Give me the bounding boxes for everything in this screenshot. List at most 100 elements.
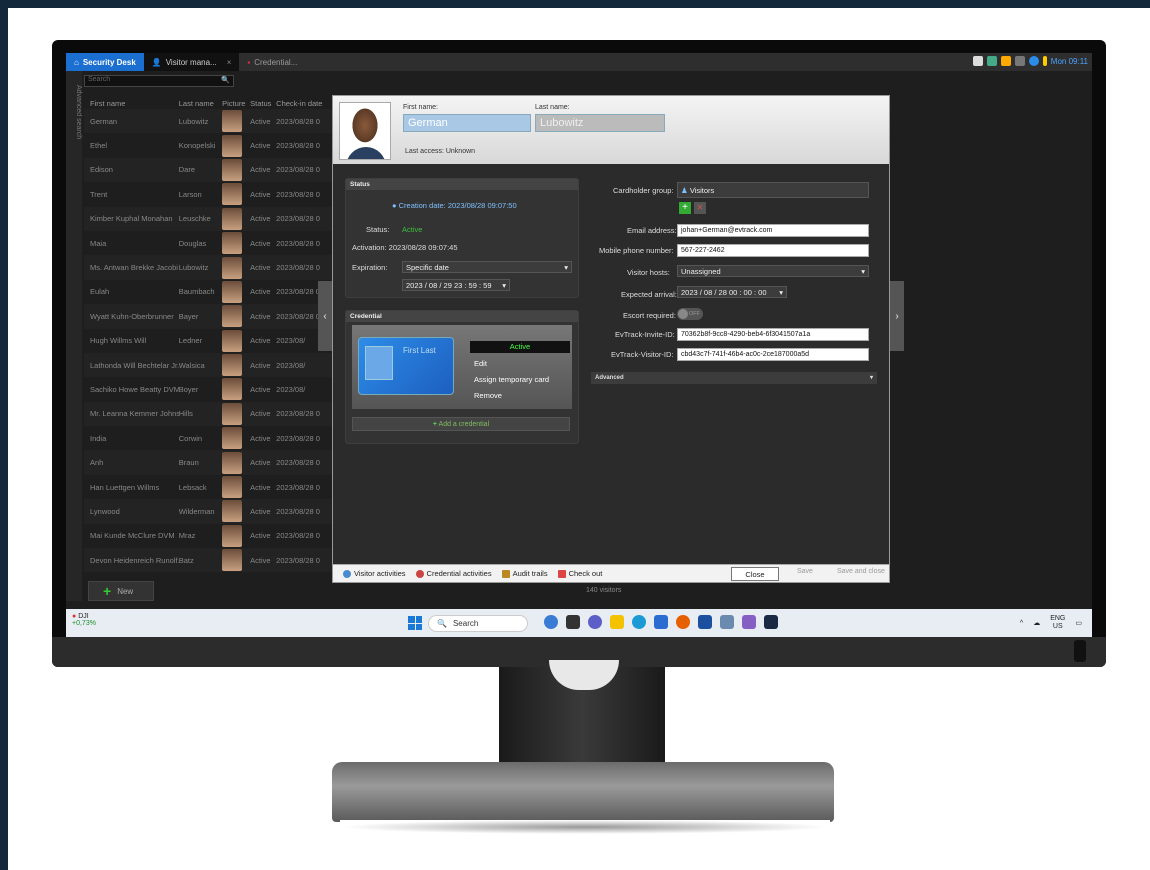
table-row[interactable]: Kimber Kuphal Monahan Leuschke Active 2023/… xyxy=(84,206,334,231)
tab-credential[interactable]: ▪ Credential... xyxy=(239,53,305,71)
visitor-hosts-dropdown[interactable]: Unassigned ▾ xyxy=(677,265,869,277)
cardholder-group-field[interactable]: ♟ Visitors xyxy=(677,182,869,198)
last-name-cell: Douglas xyxy=(178,238,207,248)
last-name-cell: Leuschke xyxy=(178,214,211,224)
stock-widget[interactable]: ● DJI +0,73% xyxy=(72,613,96,627)
last-name-cell: Walsica xyxy=(178,360,205,370)
visitor-id-field[interactable]: cbd43c7f-741f-46b4-ac0c-2ce187000a5d xyxy=(677,348,869,361)
expiration-date-picker[interactable]: 2023 / 08 / 29 23 : 59 : 59 ▾ xyxy=(402,279,510,291)
expected-arrival-picker[interactable]: 2023 / 08 / 28 00 : 00 : 00 ▾ xyxy=(677,286,787,298)
table-row[interactable]: Eulah Baumbach Active 2023/08/28 0 xyxy=(84,280,334,304)
phone-field[interactable]: 567-227-2462 xyxy=(677,244,869,257)
visitor-thumbnail xyxy=(222,354,243,377)
table-row[interactable]: Lathonda Will Bechtelar Jr. Walsica Active… xyxy=(84,352,334,378)
table-row[interactable]: Han Luettgen Willms Lebsack Active 2023/08/… xyxy=(84,475,334,499)
display-icon[interactable]: ▭ xyxy=(1075,619,1082,627)
add-group-button[interactable]: + xyxy=(679,202,691,214)
picture-cell xyxy=(222,549,250,572)
dialog-footer: Visitor activities Credential activities… xyxy=(333,564,889,582)
previous-arrow[interactable]: ‹ xyxy=(318,281,332,351)
table-row[interactable]: Mr. Leanna Kemmer Johns Hills Active 2023/0… xyxy=(84,401,334,427)
audit-trails-button[interactable]: Audit trails xyxy=(501,569,548,578)
advanced-search-strip[interactable]: Advanced search xyxy=(66,71,82,601)
first-name-cell: Maia xyxy=(90,238,107,248)
first-name-input[interactable]: German xyxy=(403,114,531,132)
tab-security-desk[interactable]: ⌂ Security Desk xyxy=(66,53,144,71)
table-row[interactable]: Trent Larson Active 2023/08/28 0 xyxy=(84,182,334,206)
last-name-input[interactable]: Lubowitz xyxy=(535,114,665,132)
firefox-icon[interactable] xyxy=(676,615,690,629)
chat-icon[interactable] xyxy=(588,615,602,629)
status-panel-title: Status xyxy=(346,179,578,190)
remove-credential[interactable]: Remove xyxy=(474,391,502,400)
taskbar-search[interactable]: 🔍 Search xyxy=(428,615,528,632)
store-icon[interactable] xyxy=(654,615,668,629)
table-row[interactable]: Anh Braun Active 2023/08/28 0 xyxy=(84,450,334,475)
speaker-icon[interactable] xyxy=(1014,56,1025,66)
visitor-photo[interactable] xyxy=(339,102,391,160)
table-row[interactable]: Hugh Willms Will Ledner Active 2023/08/ xyxy=(84,329,334,353)
task-view-icon[interactable] xyxy=(566,615,580,629)
check-out-button[interactable]: Check out xyxy=(557,569,602,578)
power-button xyxy=(1074,640,1086,662)
app-icon[interactable] xyxy=(972,56,983,66)
card-photo xyxy=(365,346,393,380)
windows-start-icon[interactable] xyxy=(408,616,422,630)
advanced-section[interactable]: Advanced ▾ xyxy=(591,372,877,384)
alert-icon[interactable] xyxy=(1042,56,1047,66)
chevron-up-icon[interactable]: ^ xyxy=(1020,620,1023,627)
tab-visitor-management[interactable]: 👤 Visitor mana... × xyxy=(143,53,240,71)
table-row[interactable]: Edison Dare Active 2023/08/28 0 xyxy=(84,157,334,183)
assign-temporary-card[interactable]: Assign temporary card xyxy=(474,375,549,384)
globe-icon[interactable] xyxy=(1028,56,1039,66)
table-row[interactable]: Ethel Konopelski Active 2023/08/28 0 xyxy=(84,133,334,157)
monitor-app-icon[interactable] xyxy=(720,615,734,629)
language-indicator[interactable]: ENG US xyxy=(1050,615,1065,631)
table-row[interactable]: Devon Heidenreich Runolf... Batz Active 202… xyxy=(84,548,334,573)
chevron-left-icon: ‹ xyxy=(323,310,327,322)
close-icon[interactable]: × xyxy=(227,58,232,67)
cloud-icon[interactable]: ☁ xyxy=(1033,619,1040,627)
status-cell: Active xyxy=(250,165,271,175)
next-arrow[interactable]: › xyxy=(890,281,904,351)
camera-icon[interactable] xyxy=(1000,56,1011,66)
visual-studio-icon[interactable] xyxy=(742,615,756,629)
table-row[interactable]: Mai Kunde McClure DVM Mraz Active 2023/08/2… xyxy=(84,524,334,548)
picture-cell xyxy=(222,232,250,255)
invite-id-field[interactable]: 70362b8f-9cc8-4290-beb4-6f3041507a1a xyxy=(677,328,869,341)
date-cell: 2023/08/28 0 xyxy=(276,555,320,565)
save-button[interactable]: Save xyxy=(797,568,813,575)
close-button[interactable]: Close xyxy=(731,567,779,581)
table-row[interactable]: Maia Douglas Active 2023/08/28 0 xyxy=(84,231,334,255)
status-cell: Active xyxy=(250,263,271,273)
table-row[interactable]: Sachiko Howe Beatty DVM Boyer Active 2023/0… xyxy=(84,377,334,401)
new-button[interactable]: + New xyxy=(88,581,154,601)
table-row[interactable]: German Lubowitz Active 2023/08/28 0 xyxy=(84,109,334,134)
email-field[interactable]: johan+German@evtrack.com xyxy=(677,224,869,237)
status-cell: Active xyxy=(250,409,271,419)
date-cell: 2023/08/28 0 xyxy=(276,141,320,151)
table-row[interactable]: India Corwin Active 2023/08/28 0 xyxy=(84,426,334,450)
file-explorer-icon[interactable] xyxy=(610,615,624,629)
credential-card[interactable]: First Last xyxy=(358,337,454,395)
table-row[interactable]: Wyatt Kuhn-Oberbrunner Bayer Active 2023/08… xyxy=(84,304,334,329)
expiration-dropdown[interactable]: Specific date ▾ xyxy=(402,261,572,273)
phone-label: Mobile phone number: xyxy=(599,246,674,255)
security-center-icon[interactable] xyxy=(764,615,778,629)
copilot-icon[interactable] xyxy=(544,615,558,629)
table-row[interactable]: Ms. Antwan Brekke Jacobi Lubowitz Active 20… xyxy=(84,255,334,280)
save-app-icon[interactable] xyxy=(698,615,712,629)
remove-group-button[interactable]: ✕ xyxy=(694,202,706,214)
save-and-close-button[interactable]: Save and close xyxy=(837,568,885,575)
search-input[interactable]: Search 🔍 xyxy=(84,75,234,87)
edge-icon[interactable] xyxy=(632,615,646,629)
credential-activities-button[interactable]: Credential activities xyxy=(415,569,492,578)
add-credential-button[interactable]: + Add a credential xyxy=(352,417,570,431)
frame-top xyxy=(0,0,1150,8)
visitor-activities-button[interactable]: Visitor activities xyxy=(343,569,406,578)
edit-credential[interactable]: Edit xyxy=(474,359,487,368)
monitor-icon[interactable] xyxy=(986,56,997,66)
picture-cell xyxy=(222,183,250,206)
table-row[interactable]: Lynwood Wilderman Active 2023/08/28 0 xyxy=(84,499,334,524)
escort-toggle[interactable]: OFF xyxy=(677,308,703,320)
